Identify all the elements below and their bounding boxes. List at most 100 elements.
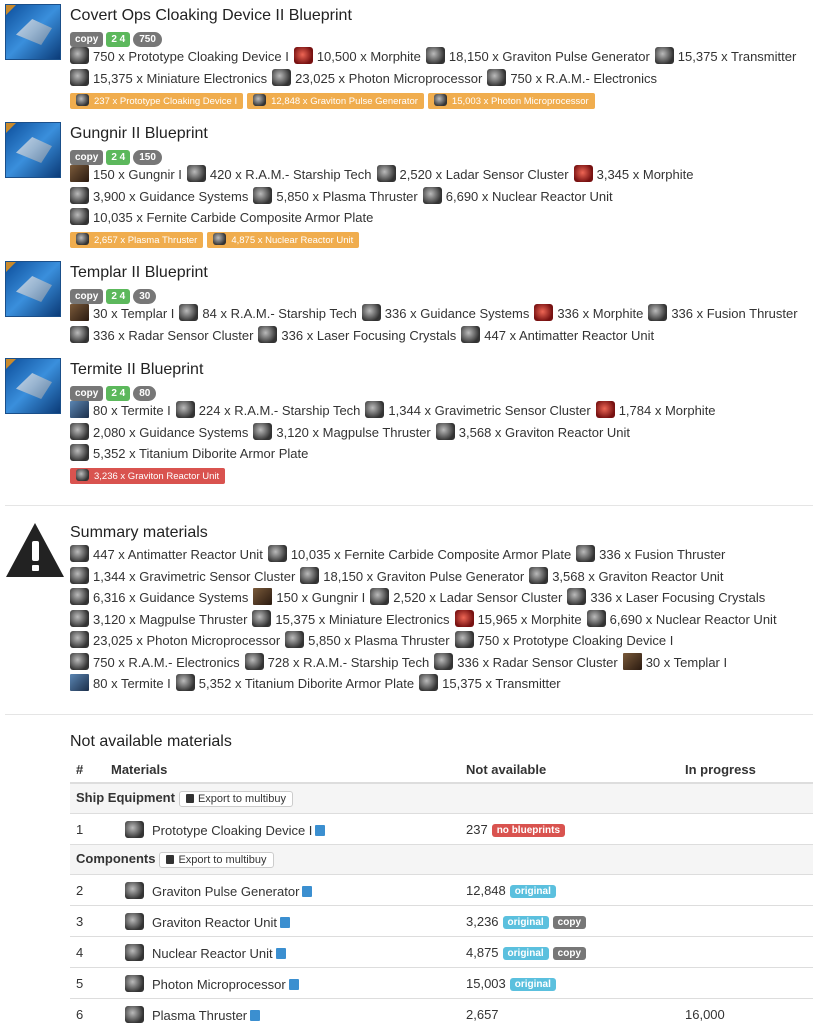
shortage-tag-label: 12,848 x Graviton Pulse Generator xyxy=(271,96,418,107)
material-item: 420 x R.A.M.- Starship Tech xyxy=(186,164,372,186)
col-not-available: Not available xyxy=(460,756,679,784)
material-item: 10,035 x Fernite Carbide Composite Armor… xyxy=(267,544,571,566)
not-available-cell: 2,657 xyxy=(460,998,679,1029)
material-label: 3,345 x Morphite xyxy=(596,167,694,182)
titanium-diborite-armor-plate-icon xyxy=(175,674,195,691)
component-icon xyxy=(213,233,227,245)
not-available-cell: 12,848 original xyxy=(460,874,679,906)
transmitter-icon xyxy=(654,47,674,64)
graviton-reactor-unit-icon xyxy=(125,912,144,930)
material-item: 23,025 x Photon Microprocessor xyxy=(272,68,482,90)
material-item: 150 x Gungnir I xyxy=(253,587,365,609)
prototype-cloaking-device-i-icon xyxy=(454,631,474,648)
material-item: 150 x Gungnir I xyxy=(70,164,182,186)
shortage-tag: 15,003 x Photon Microprocessor xyxy=(427,93,595,109)
shortage-tag-label: 2,657 x Plasma Thruster xyxy=(94,235,198,246)
antimatter-reactor-unit-icon xyxy=(70,545,89,562)
material-item: 3,568 x Graviton Reactor Unit xyxy=(435,422,631,444)
material-label: 336 x Radar Sensor Cluster xyxy=(457,654,618,670)
shortage-tags: 2,657 x Plasma Thruster 4,875 x Nuclear R… xyxy=(70,232,360,248)
material-label: 728 x R.A.M.- Starship Tech xyxy=(267,654,430,670)
miniature-electronics-icon xyxy=(252,609,272,627)
material-name: Graviton Pulse Generator xyxy=(152,883,300,899)
ladar-sensor-cluster-icon xyxy=(376,165,396,182)
col-in-progress: In progress xyxy=(679,756,813,784)
fernite-carbide-composite-armor-plate-icon xyxy=(70,208,89,225)
morphite-icon xyxy=(293,47,313,64)
copy-badge: copy xyxy=(70,289,104,304)
blueprint-icon xyxy=(5,4,61,60)
col-number: # xyxy=(70,756,105,784)
copy-badge: copy xyxy=(70,32,104,47)
table-row: 2 Graviton Pulse Generator 12,848 original xyxy=(70,874,813,906)
prototype-cloaking-device-i-icon xyxy=(70,47,89,64)
group-name: Components xyxy=(76,851,156,866)
nuclear-reactor-unit-icon xyxy=(422,186,442,204)
runs-badge: 30 xyxy=(133,289,157,304)
component-icon xyxy=(76,94,89,106)
table-header-row: # Materials Not available In progress xyxy=(70,756,813,784)
copy-clipboard-icon[interactable] xyxy=(275,947,286,959)
component-icon xyxy=(253,94,267,106)
material-item: 5,352 x Titanium Diborite Armor Plate xyxy=(175,673,414,695)
fusion-thruster-icon xyxy=(576,545,596,562)
photon-microprocessor-icon xyxy=(70,631,89,648)
material-item: 15,375 x Transmitter xyxy=(419,673,561,695)
material-item: 447 x Antimatter Reactor Unit xyxy=(461,325,654,347)
in-progress-cell xyxy=(679,967,813,999)
material-label: 3,568 x Graviton Reactor Unit xyxy=(458,424,631,440)
shortage-tag-label: 15,003 x Photon Microprocessor xyxy=(451,96,589,107)
copy-clipboard-icon[interactable] xyxy=(302,885,313,897)
export-multibuy-button[interactable]: Export to multibuy xyxy=(178,791,293,807)
table-row: 4 Nuclear Reactor Unit 4,875 original copy xyxy=(70,936,813,968)
component-icon xyxy=(76,233,89,245)
photon-microprocessor-icon xyxy=(272,68,292,86)
blueprint-title: Gungnir II Blueprint xyxy=(70,125,208,142)
termite-i-icon xyxy=(70,674,89,691)
not-available-cell: 3,236 original copy xyxy=(460,905,679,937)
r-a-m-electronics-icon xyxy=(487,68,507,86)
copy-clipboard-icon[interactable] xyxy=(315,824,326,836)
material-cell: Plasma Thruster xyxy=(105,998,460,1029)
material-label: 336 x Guidance Systems xyxy=(384,306,530,321)
blueprint-block: Termite II Blueprint copy 2 4 80 80 x Te… xyxy=(0,358,815,488)
runs-badge: 150 xyxy=(133,150,162,165)
material-item: 336 x Radar Sensor Cluster xyxy=(434,652,618,674)
material-cell: Photon Microprocessor xyxy=(105,967,460,999)
material-item: 6,690 x Nuclear Reactor Unit xyxy=(422,186,613,208)
nuclear-reactor-unit-icon xyxy=(586,609,606,627)
blueprint-block: Gungnir II Blueprint copy 2 4 150 150 x … xyxy=(0,122,815,252)
copy-clipboard-icon[interactable] xyxy=(288,978,299,990)
runs-badge: 80 xyxy=(133,386,157,401)
material-item: 3,900 x Guidance Systems xyxy=(70,186,248,208)
material-cell: Nuclear Reactor Unit xyxy=(105,936,460,968)
material-label: 336 x Laser Focusing Crystals xyxy=(281,327,457,343)
termite-i-icon xyxy=(70,401,89,418)
material-label: 2,520 x Ladar Sensor Cluster xyxy=(393,590,563,605)
magpulse-thruster-icon xyxy=(253,422,273,440)
material-label: 336 x Fusion Thruster xyxy=(671,306,798,321)
component-icon xyxy=(433,94,447,106)
material-item: 336 x Fusion Thruster xyxy=(576,544,725,566)
materials-list: 30 x Templar I 84 x R.A.M.- Starship Tech… xyxy=(70,303,815,346)
material-label: 80 x Termite I xyxy=(93,403,171,418)
material-item: 3,120 x Magpulse Thruster xyxy=(253,422,431,444)
copy-clipboard-icon[interactable] xyxy=(250,1009,261,1021)
group-cell: Ship Equipment Export to multibuy xyxy=(70,782,813,814)
material-item: 15,375 x Miniature Electronics xyxy=(70,68,267,90)
graviton-pulse-generator-icon xyxy=(125,881,144,899)
material-item: 30 x Templar I xyxy=(622,652,727,674)
material-label: 18,150 x Graviton Pulse Generator xyxy=(323,568,525,584)
table-row: 3 Graviton Reactor Unit 3,236 original copy xyxy=(70,905,813,937)
copy-clipboard-icon[interactable] xyxy=(280,916,290,928)
material-item: 1,344 x Gravimetric Sensor Cluster xyxy=(365,400,591,422)
material-label: 30 x Templar I xyxy=(93,306,175,321)
export-multibuy-button[interactable]: Export to multibuy xyxy=(159,852,274,868)
material-label: 750 x R.A.M.- Electronics xyxy=(93,654,240,670)
material-item: 3,120 x Magpulse Thruster xyxy=(70,609,247,631)
templar-i-icon xyxy=(622,652,642,670)
row-number: 6 xyxy=(70,998,105,1029)
material-label: 750 x Prototype Cloaking Device I xyxy=(93,49,289,64)
shortage-tags: 237 x Prototype Cloaking Device I 12,848 … xyxy=(70,93,595,109)
graviton-pulse-generator-icon xyxy=(425,47,445,64)
